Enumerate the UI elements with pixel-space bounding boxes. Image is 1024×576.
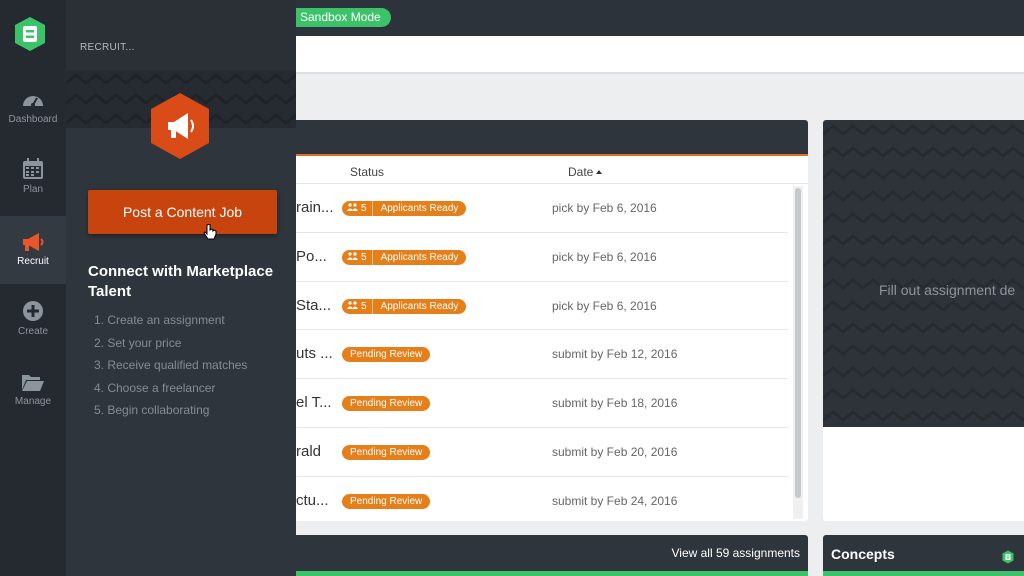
status-badges: Pending Review (342, 347, 431, 363)
folder-open-icon (0, 372, 66, 392)
connect-marketplace-title: Connect with Marketplace Talent (88, 263, 274, 300)
step-item: 3. Receive qualified matches (94, 358, 248, 372)
scroll-thumb[interactable] (795, 188, 801, 498)
due-date: pick by Feb 6, 2016 (552, 201, 657, 215)
nav-item-recruit[interactable]: Recruit (0, 216, 66, 284)
status-badges: Pending Review (342, 444, 431, 460)
status-badge: Applicants Ready (372, 201, 467, 216)
table-header: Status Date (296, 158, 808, 184)
view-all-assignments-link[interactable]: View all 59 assignments (671, 546, 800, 560)
assignments-card-header (296, 120, 808, 156)
table-row[interactable]: Po... 5 Applicants Ready pick by Feb 6, 201… (296, 233, 788, 282)
sort-ascending-icon (596, 170, 603, 174)
flyout-title: RECRUIT... (80, 42, 135, 53)
assignments-footer: View all 59 assignments (296, 535, 808, 576)
table-row[interactable]: uts ... Pending Review submit by Feb 12, 2… (296, 330, 788, 380)
nav-item-label: Create (17, 326, 48, 337)
status-badge: Pending Review (342, 444, 431, 460)
nav-item-label: Plan (22, 184, 43, 195)
footer-accent (296, 571, 808, 576)
status-badges: 5 Applicants Ready (342, 201, 467, 216)
assignment-detail-panel: Fill out assignment de (823, 120, 1024, 427)
status-badge: Applicants Ready (372, 298, 467, 314)
brand-logo-icon[interactable] (1002, 550, 1014, 564)
column-header-date[interactable]: Date (568, 165, 603, 179)
fill-out-prompt: Fill out assignment de (879, 282, 1016, 298)
nav-item-create[interactable]: Create (0, 296, 66, 366)
gauge-icon (0, 90, 66, 110)
concepts-header: Concepts (823, 535, 1024, 576)
status-badges: 5 Applicants Ready (342, 249, 467, 265)
post-content-job-button[interactable]: Post a Content Job (88, 190, 277, 234)
due-date: submit by Feb 20, 2016 (552, 444, 678, 459)
assignment-title[interactable]: rain... (296, 199, 334, 216)
nav-item-plan[interactable]: Plan (0, 154, 66, 224)
flyout-header: RECRUIT... (66, 0, 296, 70)
nav-item-manage[interactable]: Manage (0, 368, 66, 438)
step-item: 5. Begin collaborating (94, 403, 210, 417)
calendar-icon (0, 158, 66, 180)
assignment-title[interactable]: ctu... (296, 492, 329, 509)
nav-item-label: Manage (14, 396, 52, 407)
users-icon (347, 201, 358, 216)
applicant-count-badge: 5 (342, 298, 373, 314)
status-badge: Pending Review (342, 347, 431, 363)
table-row[interactable]: Sta... 5 Applicants Ready pick by Feb 6, 20… (296, 282, 788, 331)
table-row[interactable]: rald Pending Review submit by Feb 20, 2016 (296, 428, 788, 477)
recruit-flyout: RECRUIT... Post a Content Job Connect wi… (66, 0, 296, 576)
due-date: pick by Feb 6, 2016 (552, 249, 657, 264)
assignment-detail-card: Fill out assignment de (823, 120, 1024, 521)
due-date: submit by Feb 24, 2016 (552, 493, 678, 508)
due-date: pick by Feb 6, 2016 (552, 298, 657, 313)
assignment-title[interactable]: Sta... (296, 297, 331, 314)
assignment-title[interactable]: rald (296, 443, 321, 460)
column-header-status[interactable]: Status (350, 165, 384, 179)
status-badges: Pending Review (342, 396, 431, 412)
assignments-card: Status Date rain... 5 Applicants Ready pick… (296, 120, 808, 521)
brand-logo-icon[interactable] (14, 16, 46, 52)
chevron-pattern (823, 120, 1024, 427)
status-badge: Applicants Ready (372, 249, 467, 265)
hand-cursor-icon (203, 224, 217, 240)
status-badge: Pending Review (342, 396, 431, 412)
due-date: submit by Feb 18, 2016 (552, 396, 678, 411)
status-badge: Pending Review (342, 493, 431, 509)
concepts-title: Concepts (831, 546, 895, 562)
status-badges: 5 Applicants Ready (342, 298, 467, 314)
table-row[interactable]: el T... Pending Review submit by Feb 18, 2… (296, 379, 788, 428)
steps-list: 1. Create an assignment 2. Set your price… (94, 312, 247, 425)
table-row[interactable]: rain... 5 Applicants Ready pick by Feb 6, 2… (296, 184, 788, 233)
assignments-list: rain... 5 Applicants Ready pick by Feb 6, 2… (296, 184, 788, 521)
assignment-title[interactable]: Po... (296, 248, 327, 265)
assignment-title[interactable]: uts ... (296, 345, 333, 362)
step-item: 2. Set your price (94, 335, 182, 350)
header-strip (296, 36, 1024, 74)
due-date: submit by Feb 12, 2016 (552, 347, 678, 362)
applicant-count-badge: 5 (342, 249, 373, 265)
assignment-title[interactable]: el T... (296, 394, 332, 411)
step-item: 4. Choose a freelancer (94, 380, 216, 395)
nav-item-dashboard[interactable]: Dashboard (0, 86, 66, 156)
table-row[interactable]: ctu... Pending Review submit by Feb 24, 20… (296, 477, 788, 521)
megaphone-icon (0, 232, 66, 252)
users-icon (347, 250, 358, 265)
step-item: 1. Create an assignment (94, 313, 225, 327)
scrollbar[interactable] (793, 186, 803, 519)
megaphone-hex-icon (151, 93, 209, 159)
applicant-count-badge: 5 (342, 201, 373, 216)
nav-rail: Dashboard Plan Recruit Create Manage (0, 0, 66, 576)
nav-item-label: Recruit (17, 256, 49, 267)
concepts-accent (823, 571, 1024, 576)
users-icon (347, 299, 358, 314)
nav-item-label: Dashboard (8, 114, 58, 125)
plus-circle-icon (0, 300, 66, 322)
status-badges: Pending Review (342, 493, 431, 509)
